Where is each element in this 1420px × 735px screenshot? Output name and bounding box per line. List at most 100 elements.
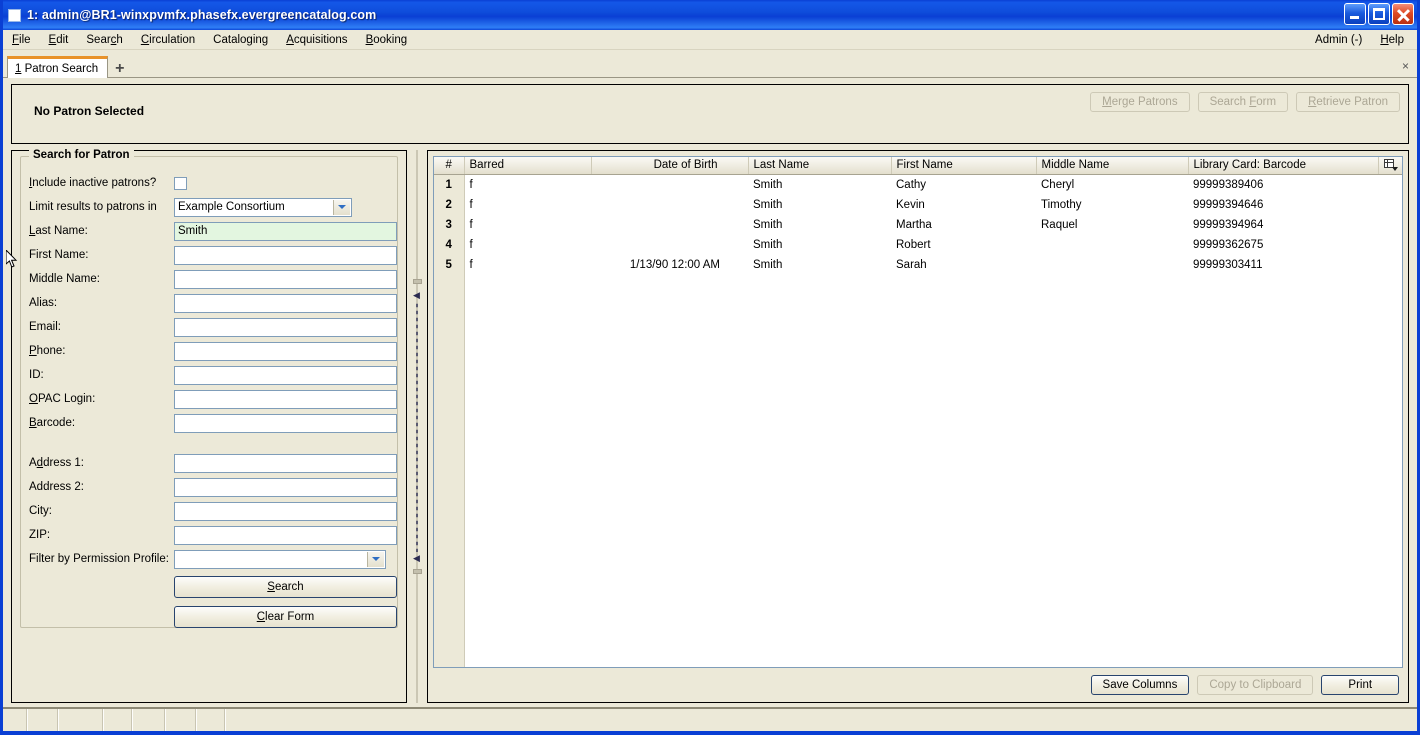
- cell-dob: [591, 174, 748, 195]
- splitter-collapse-left-icon-2[interactable]: ◀: [412, 553, 421, 564]
- results-pane: # Barred Date of Birth Last Name First N…: [427, 150, 1410, 703]
- col-header-dob[interactable]: Date of Birth: [591, 157, 749, 175]
- permission-profile-label: Filter by Permission Profile:: [29, 553, 169, 565]
- col-header-first-name[interactable]: First Name: [891, 157, 1037, 175]
- cell-barcode: 99999303411: [1188, 254, 1379, 275]
- retrieve-patron-button[interactable]: Retrieve Patron: [1296, 92, 1400, 112]
- permission-profile-select[interactable]: [174, 549, 386, 569]
- row-number: 1: [434, 174, 465, 195]
- cell-first-name: Sarah: [891, 254, 1036, 275]
- table-row[interactable]: 1 f Smith Cathy Cheryl 99999389406: [434, 174, 1403, 195]
- menu-circulation[interactable]: Circulation: [132, 33, 204, 47]
- search-for-patron-groupbox: Search for Patron Include inactive patro…: [20, 149, 398, 630]
- email-input[interactable]: [174, 317, 397, 337]
- search-form-button[interactable]: Search Form: [1197, 92, 1289, 112]
- limit-results-select[interactable]: Example Consortium: [174, 197, 352, 217]
- print-button[interactable]: Print: [1321, 675, 1400, 695]
- last-name-input[interactable]: [174, 221, 397, 241]
- cell-dob: [591, 214, 748, 235]
- opac-login-input[interactable]: [174, 389, 397, 409]
- menu-bar: File Edit Search Circulation Cataloging …: [3, 30, 1417, 50]
- address-1-input[interactable]: [174, 453, 397, 473]
- results-actions: Save Columns Copy to Clipboard Print: [428, 668, 1408, 702]
- alias-input[interactable]: [174, 293, 397, 313]
- menu-file[interactable]: File: [3, 33, 40, 47]
- col-header-number[interactable]: #: [434, 157, 465, 175]
- splitter-grip[interactable]: [414, 301, 420, 552]
- cell-barred: f: [464, 174, 591, 195]
- column-picker-button[interactable]: [1378, 157, 1403, 175]
- col-header-middle-name[interactable]: Middle Name: [1036, 157, 1189, 175]
- first-name-input[interactable]: [174, 245, 397, 265]
- field-alias: Alias:: [21, 291, 397, 315]
- maximize-button[interactable]: [1368, 3, 1390, 25]
- barcode-input[interactable]: [174, 413, 397, 433]
- menu-admin-label: Admin (-): [1315, 33, 1363, 46]
- menu-booking[interactable]: Booking: [357, 33, 417, 47]
- search-groupbox-title: Search for Patron: [29, 149, 134, 161]
- address-2-label: Address 2:: [29, 481, 84, 493]
- splitter-collapse-left-icon[interactable]: ◀: [412, 290, 421, 301]
- id-input[interactable]: [174, 365, 397, 385]
- phone-label: Phone:: [29, 345, 66, 357]
- new-tab-button[interactable]: +: [115, 61, 124, 77]
- middle-name-label: Middle Name:: [29, 273, 100, 285]
- cell-first-name: Martha: [891, 214, 1036, 235]
- cell-last-name: Smith: [748, 214, 891, 235]
- splitter-cap-top: [413, 278, 422, 284]
- pane-splitter[interactable]: ◀ ◀: [407, 150, 427, 703]
- field-zip: ZIP:: [21, 523, 397, 547]
- clear-action-row: Clear Form: [21, 604, 397, 630]
- clear-form-button[interactable]: Clear Form: [174, 606, 397, 628]
- cell-middle-name: [1036, 234, 1188, 255]
- merge-patrons-button[interactable]: Merge Patrons: [1090, 92, 1190, 112]
- cell-last-name: Smith: [748, 174, 891, 195]
- city-input[interactable]: [174, 501, 397, 521]
- menu-search[interactable]: Search: [77, 33, 131, 47]
- table-row[interactable]: 3 f Smith Martha Raquel 99999394964: [434, 214, 1403, 235]
- table-body: 1 f Smith Cathy Cheryl 99999389406 2 f S…: [434, 174, 1403, 275]
- tab-patron-search[interactable]: 1 Patron Search: [7, 56, 109, 78]
- status-segment: [166, 709, 197, 731]
- include-inactive-checkbox[interactable]: [174, 176, 187, 190]
- zip-label: ZIP:: [29, 529, 51, 541]
- menu-edit[interactable]: Edit: [40, 33, 78, 47]
- address-2-input[interactable]: [174, 477, 397, 497]
- menu-admin[interactable]: Admin (-): [1306, 33, 1371, 47]
- menu-help[interactable]: Help: [1371, 33, 1413, 47]
- copy-to-clipboard-button[interactable]: Copy to Clipboard: [1197, 675, 1314, 695]
- save-columns-button[interactable]: Save Columns: [1090, 675, 1190, 695]
- zip-input[interactable]: [174, 525, 397, 545]
- field-city: City:: [21, 499, 397, 523]
- address-1-label: Address 1:: [29, 457, 84, 469]
- col-header-barred[interactable]: Barred: [464, 157, 592, 175]
- row-number: 5: [434, 254, 465, 275]
- col-header-barcode[interactable]: Library Card: Barcode: [1188, 157, 1379, 175]
- menu-cataloging[interactable]: Cataloging: [204, 33, 277, 47]
- table-row[interactable]: 2 f Smith Kevin Timothy 99999394646: [434, 194, 1403, 215]
- col-header-last-name[interactable]: Last Name: [748, 157, 892, 175]
- field-address-2: Address 2:: [21, 475, 397, 499]
- alias-label: Alias:: [29, 297, 58, 309]
- id-label: ID:: [29, 369, 44, 381]
- splitter-cap-bottom: [413, 568, 422, 574]
- close-tab-button[interactable]: ×: [1402, 59, 1409, 73]
- main-body: Search for Patron Include inactive patro…: [11, 149, 1410, 703]
- column-picker-icon: [1383, 159, 1398, 172]
- middle-name-input[interactable]: [174, 269, 397, 289]
- row-number: 3: [434, 214, 465, 235]
- field-last-name: Last Name:: [21, 219, 397, 243]
- close-button[interactable]: [1392, 3, 1414, 25]
- minimize-button[interactable]: [1344, 3, 1366, 25]
- search-button[interactable]: Search: [174, 576, 397, 598]
- city-label: City:: [29, 505, 52, 517]
- chevron-down-icon: [333, 199, 350, 215]
- table-row[interactable]: 5 f 1/13/90 12:00 AM Smith Sarah 9999930…: [434, 254, 1403, 275]
- window-controls: [1344, 3, 1414, 25]
- table-empty-area: [434, 274, 1403, 667]
- status-bar: [3, 707, 1417, 731]
- menu-acquisitions[interactable]: Acquisitions: [277, 33, 356, 47]
- table-row[interactable]: 4 f Smith Robert 99999362675: [434, 234, 1403, 255]
- phone-input[interactable]: [174, 341, 397, 361]
- patron-header-actions: Merge Patrons Search Form Retrieve Patro…: [1090, 92, 1400, 112]
